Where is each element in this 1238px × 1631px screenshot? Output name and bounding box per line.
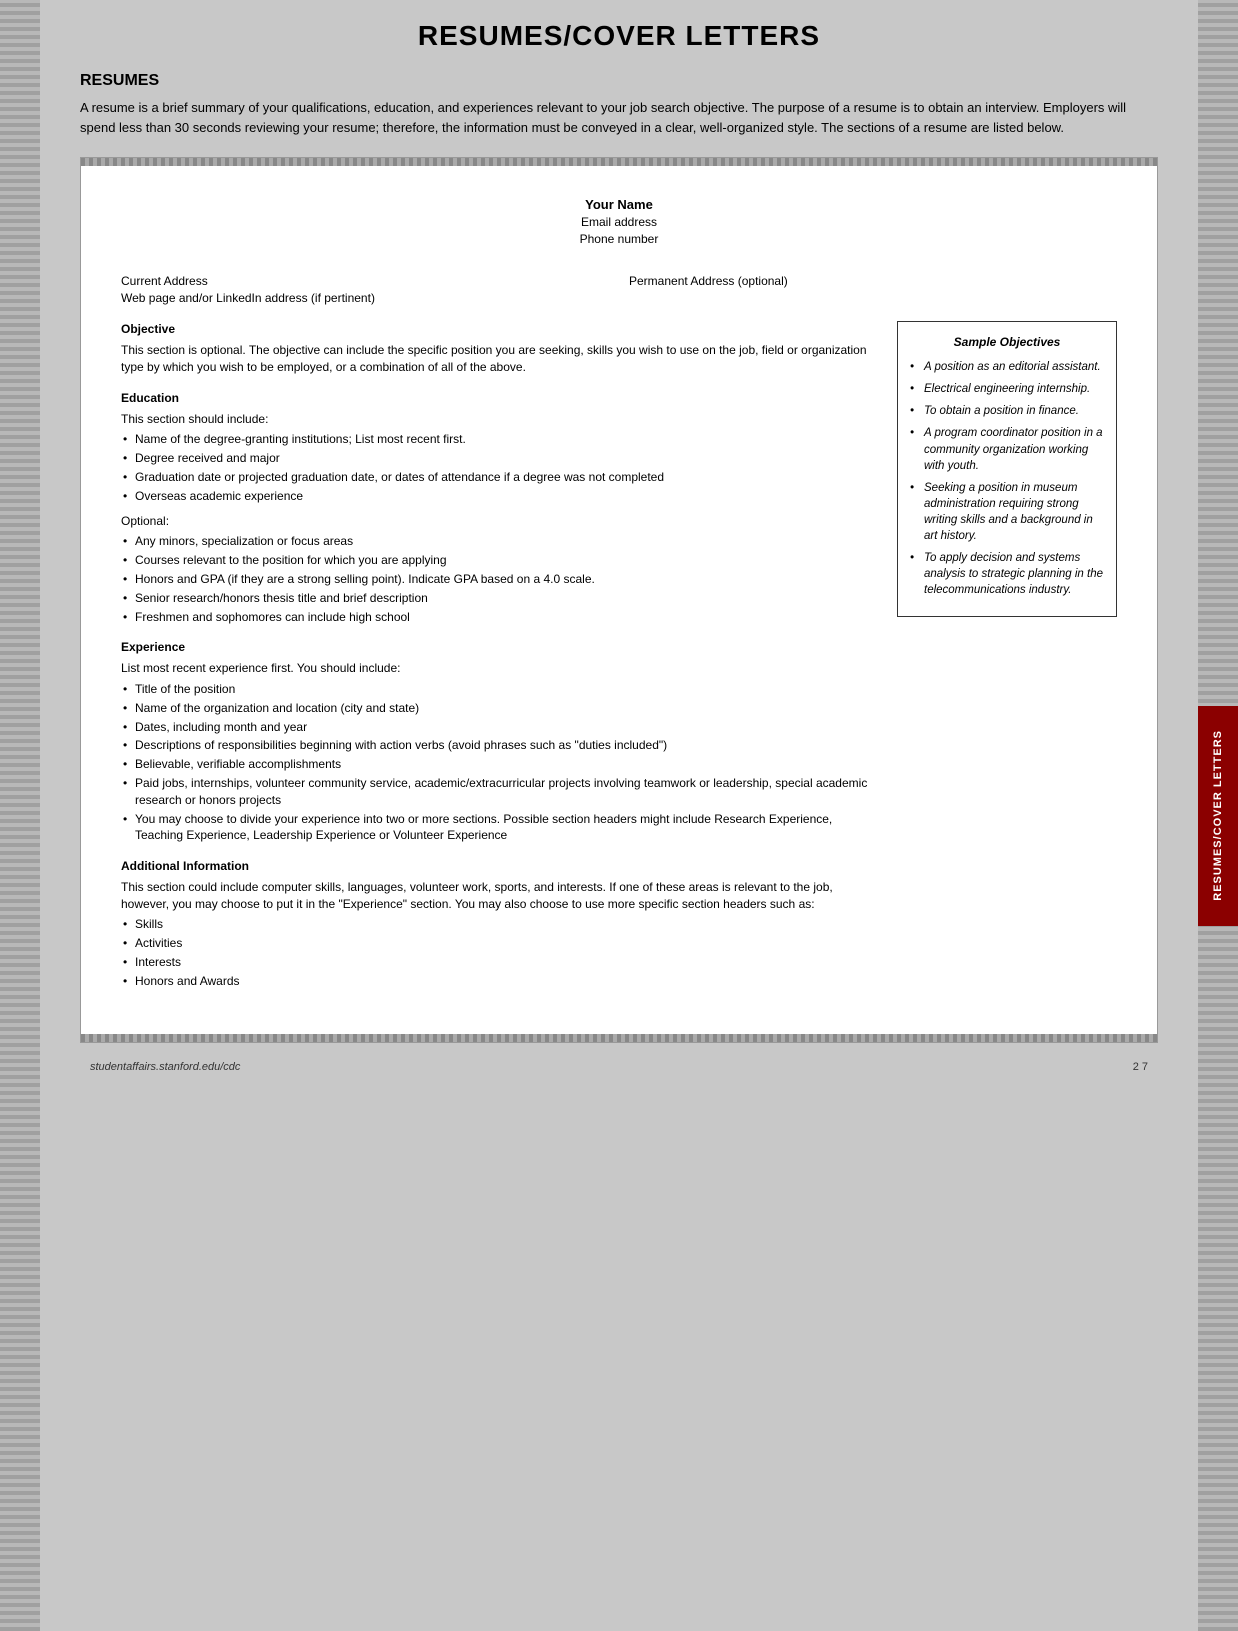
page-title: RESUMES/COVER LETTERS — [80, 20, 1158, 52]
additional-section: Additional Information This section coul… — [121, 858, 882, 990]
doc-current-address: Current Address — [121, 273, 609, 290]
sample-objective-item: To apply decision and systems analysis t… — [910, 550, 1104, 598]
document-box: Your Name Email address Phone number Cur… — [80, 157, 1158, 1043]
doc-header: Your Name Email address Phone number — [121, 196, 1117, 248]
sample-objective-item: Seeking a position in museum administrat… — [910, 480, 1104, 544]
doc-main-area: Objective This section is optional. The … — [121, 321, 1117, 1003]
education-label: Education — [121, 390, 882, 407]
additional-item: Activities — [121, 935, 882, 952]
experience-item: Paid jobs, internships, volunteer commun… — [121, 775, 882, 809]
resumes-intro: A resume is a brief summary of your qual… — [80, 98, 1158, 137]
doc-text-section: Objective This section is optional. The … — [121, 321, 882, 1003]
additional-items-list: Skills Activities Interests Honors and A… — [121, 916, 882, 989]
experience-item: Descriptions of responsibilities beginni… — [121, 737, 882, 754]
education-item: Graduation date or projected graduation … — [121, 469, 882, 486]
doc-address-left: Current Address Web page and/or LinkedIn… — [121, 273, 629, 307]
experience-section: Experience List most recent experience f… — [121, 639, 882, 844]
sample-objectives-box: Sample Objectives A position as an edito… — [897, 321, 1117, 617]
sample-objective-item: Electrical engineering internship. — [910, 381, 1104, 397]
objective-label: Objective — [121, 321, 882, 338]
doc-content: Your Name Email address Phone number Cur… — [81, 166, 1157, 1034]
footer: studentaffairs.stanford.edu/cdc 2 7 — [80, 1053, 1158, 1073]
education-optional-item: Honors and GPA (if they are a strong sel… — [121, 571, 882, 588]
sample-objectives-list: A position as an editorial assistant. El… — [910, 359, 1104, 598]
page-wrapper: RESUMES/COVER LETTERS RESUMES/COVER LETT… — [0, 0, 1238, 1631]
additional-item: Interests — [121, 954, 882, 971]
doc-permanent-address: Permanent Address (optional) — [629, 273, 1117, 290]
experience-item: You may choose to divide your experience… — [121, 811, 882, 845]
doc-email: Email address — [121, 214, 1117, 231]
education-optional-list: Any minors, specialization or focus area… — [121, 533, 882, 625]
doc-address-right: Permanent Address (optional) — [629, 273, 1117, 307]
vertical-tab-label: RESUMES/COVER LETTERS — [1212, 730, 1224, 901]
vertical-tab: RESUMES/COVER LETTERS — [1198, 706, 1238, 926]
experience-item: Title of the position — [121, 681, 882, 698]
doc-bottom-border — [81, 1034, 1157, 1042]
sample-objective-item: To obtain a position in finance. — [910, 403, 1104, 419]
experience-item: Believable, verifiable accomplishments — [121, 756, 882, 773]
experience-items-list: Title of the position Name of the organi… — [121, 681, 882, 844]
objective-text: This section is optional. The objective … — [121, 342, 882, 376]
main-content: RESUMES/COVER LETTERS RESUMES A resume i… — [50, 0, 1188, 1093]
doc-name: Your Name — [121, 196, 1117, 214]
education-optional-item: Freshmen and sophomores can include high… — [121, 609, 882, 626]
education-item: Degree received and major — [121, 450, 882, 467]
education-intro: This section should include: — [121, 411, 882, 428]
education-optional-item: Senior research/honors thesis title and … — [121, 590, 882, 607]
left-decorative-border — [0, 0, 40, 1631]
additional-item: Skills — [121, 916, 882, 933]
experience-label: Experience — [121, 639, 882, 656]
education-item: Overseas academic experience — [121, 488, 882, 505]
objective-section: Objective This section is optional. The … — [121, 321, 882, 375]
doc-top-border — [81, 158, 1157, 166]
doc-address-row: Current Address Web page and/or LinkedIn… — [121, 273, 1117, 307]
education-section: Education This section should include: N… — [121, 390, 882, 626]
education-optional-item: Courses relevant to the position for whi… — [121, 552, 882, 569]
sample-objective-item: A program coordinator position in a comm… — [910, 425, 1104, 473]
education-item: Name of the degree-granting institutions… — [121, 431, 882, 448]
experience-item: Name of the organization and location (c… — [121, 700, 882, 717]
additional-label: Additional Information — [121, 858, 882, 875]
sample-objectives-title: Sample Objectives — [910, 334, 1104, 351]
footer-page: 2 7 — [1133, 1061, 1148, 1073]
resumes-heading: RESUMES — [80, 72, 1158, 90]
experience-intro: List most recent experience first. You s… — [121, 660, 882, 677]
additional-text: This section could include computer skil… — [121, 879, 882, 913]
experience-item: Dates, including month and year — [121, 719, 882, 736]
additional-item: Honors and Awards — [121, 973, 882, 990]
education-items-list: Name of the degree-granting institutions… — [121, 431, 882, 504]
doc-phone: Phone number — [121, 231, 1117, 248]
optional-label: Optional: — [121, 513, 882, 530]
doc-webpage-address: Web page and/or LinkedIn address (if per… — [121, 290, 609, 307]
sample-objective-item: A position as an editorial assistant. — [910, 359, 1104, 375]
footer-url: studentaffairs.stanford.edu/cdc — [90, 1061, 240, 1073]
education-optional-item: Any minors, specialization or focus area… — [121, 533, 882, 550]
